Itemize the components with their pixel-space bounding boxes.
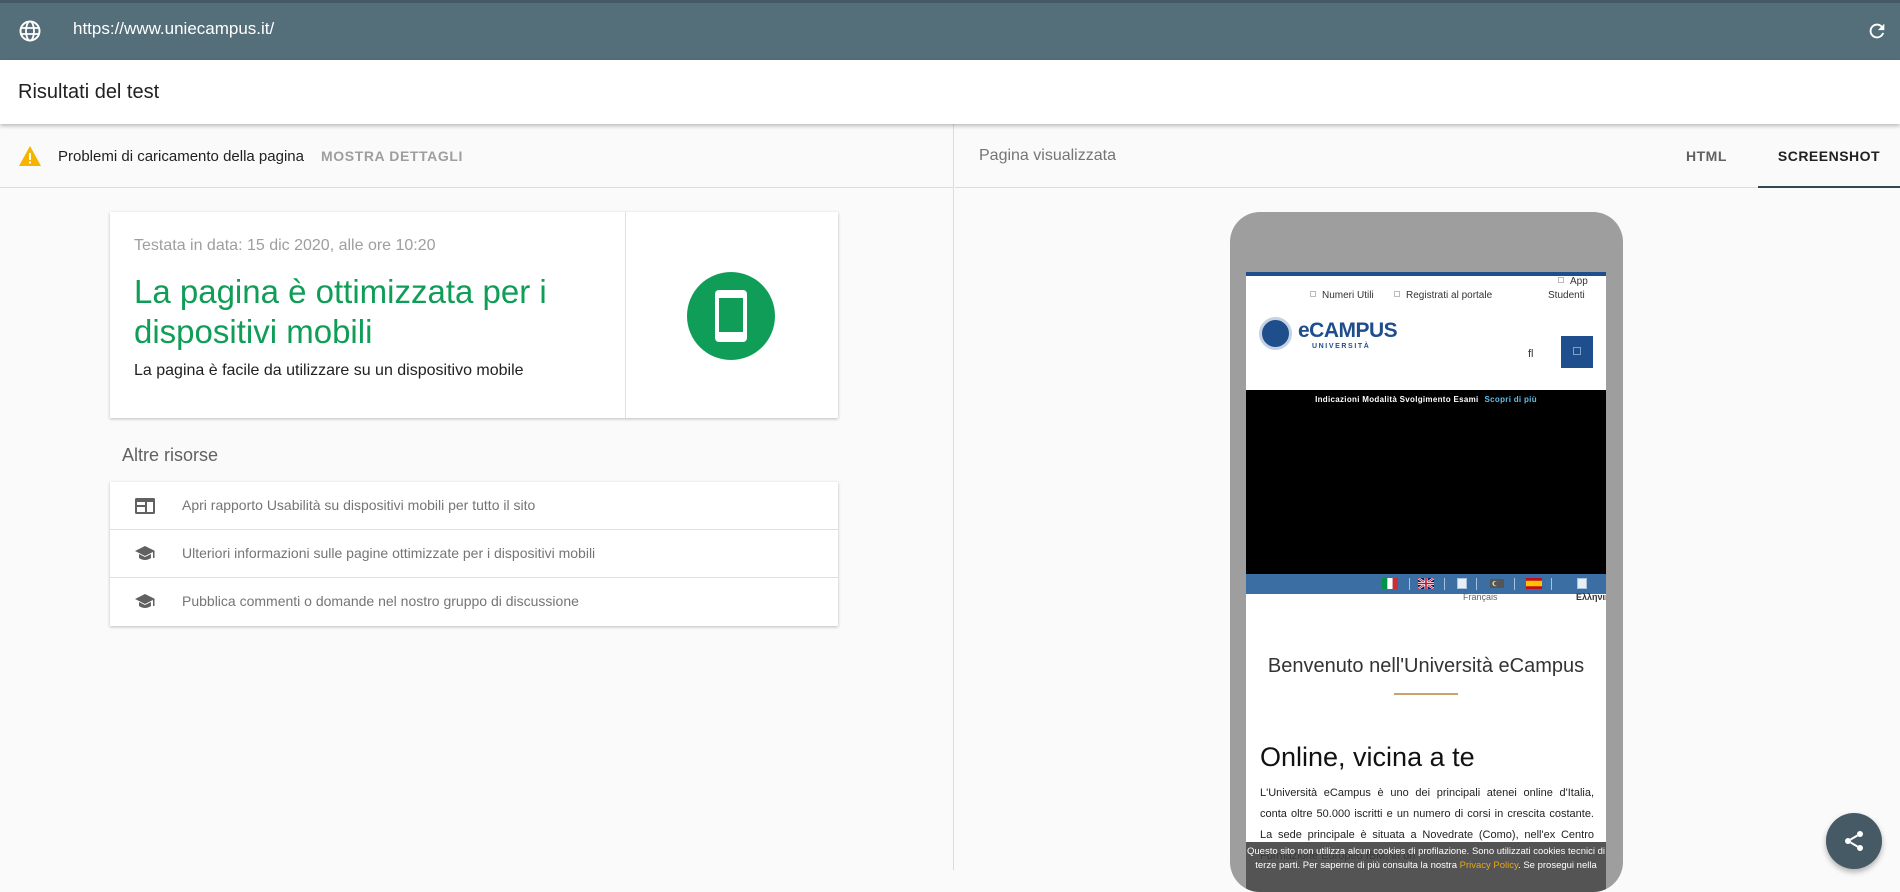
page-title: Risultati del test [18, 81, 160, 103]
resources-list: Apri rapporto Usabilità su dispositivi m… [110, 482, 838, 626]
ecampus-logo: eCAMPUS UNIVERSITÀ [1259, 317, 1398, 353]
web-report-icon [135, 498, 155, 514]
result-headline: La pagina è ottimizzata per i dispositiv… [134, 273, 547, 350]
test-date: Testata in data: 15 dic 2020, alle ore 1… [134, 237, 436, 254]
flag-uk-icon [1418, 578, 1434, 589]
school-icon [135, 594, 155, 608]
phone-frame: Numeri Utili Registrati al portale App S… [1230, 212, 1623, 892]
site-link-numeri-utili: Numeri Utili [1310, 290, 1374, 301]
globe-icon [19, 20, 41, 42]
resource-label: Ulteriori informazioni sulle pagine otti… [182, 545, 596, 561]
warning-bar: Problemi di caricamento della pagina MOS… [0, 124, 954, 188]
flag-italy-icon [1382, 578, 1398, 589]
site-top-line [1246, 272, 1606, 276]
school-icon [135, 546, 155, 560]
flag-france-broken-icon [1457, 578, 1467, 589]
heading-underline [1394, 693, 1458, 695]
site-link-studenti: Studenti [1548, 290, 1585, 301]
site-fl-text: fl [1528, 348, 1534, 360]
resource-item-discussion-group[interactable]: Pubblica commenti o domande nel nostro g… [110, 578, 838, 626]
flag-turkey-icon [1489, 578, 1505, 589]
results-header: Risultati del test [0, 60, 1900, 124]
tab-html[interactable]: HTML [1686, 124, 1738, 188]
mobile-friendly-badge [687, 272, 775, 360]
language-greek-label: Ελληνικά [1576, 592, 1606, 602]
card-divider [625, 212, 626, 418]
site-online-heading: Online, vicina a te [1260, 742, 1475, 772]
language-french-label: Français [1463, 592, 1498, 602]
resource-label: Apri rapporto Usabilità su dispositivi m… [182, 497, 536, 513]
warning-text: Problemi di caricamento della pagina [58, 148, 304, 165]
warning-icon [19, 146, 41, 166]
privacy-policy-link: Privacy Policy [1459, 860, 1519, 871]
reload-icon[interactable] [1866, 20, 1888, 42]
resource-item-usability-report[interactable]: Apri rapporto Usabilità su dispositivi m… [110, 482, 838, 530]
preview-tabs-bar: Pagina visualizzata HTML SCREENSHOT [955, 124, 1900, 188]
tab-screenshot[interactable]: SCREENSHOT [1758, 124, 1900, 188]
share-button[interactable] [1826, 813, 1882, 869]
resource-label: Pubblica commenti o domande nel nostro g… [182, 593, 579, 609]
site-menu-button [1561, 336, 1593, 368]
page-screenshot[interactable]: Numeri Utili Registrati al portale App S… [1246, 272, 1606, 892]
smartphone-icon [715, 290, 747, 342]
flag-spain-icon [1526, 578, 1542, 589]
resources-title: Altre risorse [122, 445, 219, 465]
show-details-button[interactable]: MOSTRA DETTAGLI [321, 148, 463, 164]
left-panel: Problemi di caricamento della pagina MOS… [0, 124, 954, 870]
site-link-app: App [1558, 276, 1588, 287]
resource-item-learn-more[interactable]: Ulteriori informazioni sulle pagine otti… [110, 530, 838, 578]
rendered-page-label: Pagina visualizzata [979, 147, 1116, 164]
site-welcome-heading: Benvenuto nell'Università eCampus [1267, 655, 1585, 677]
result-card: Testata in data: 15 dic 2020, alle ore 1… [110, 212, 838, 418]
site-link-registrati: Registrati al portale [1394, 290, 1492, 301]
url-bar: https://www.uniecampus.it/ [0, 0, 1900, 60]
flag-greece-broken-icon [1577, 578, 1587, 589]
cookie-notice: Questo sito non utilizza alcun cookies d… [1246, 842, 1606, 892]
result-subtext: La pagina è facile da utilizzare su un d… [134, 362, 524, 379]
language-flag-bar [1246, 574, 1606, 594]
right-panel: Pagina visualizzata HTML SCREENSHOT Nume… [955, 124, 1900, 892]
url-text[interactable]: https://www.uniecampus.it/ [73, 19, 274, 39]
share-icon [1845, 831, 1863, 851]
site-banner: Indicazioni Modalità Svolgimento Esami Sc… [1246, 390, 1606, 574]
